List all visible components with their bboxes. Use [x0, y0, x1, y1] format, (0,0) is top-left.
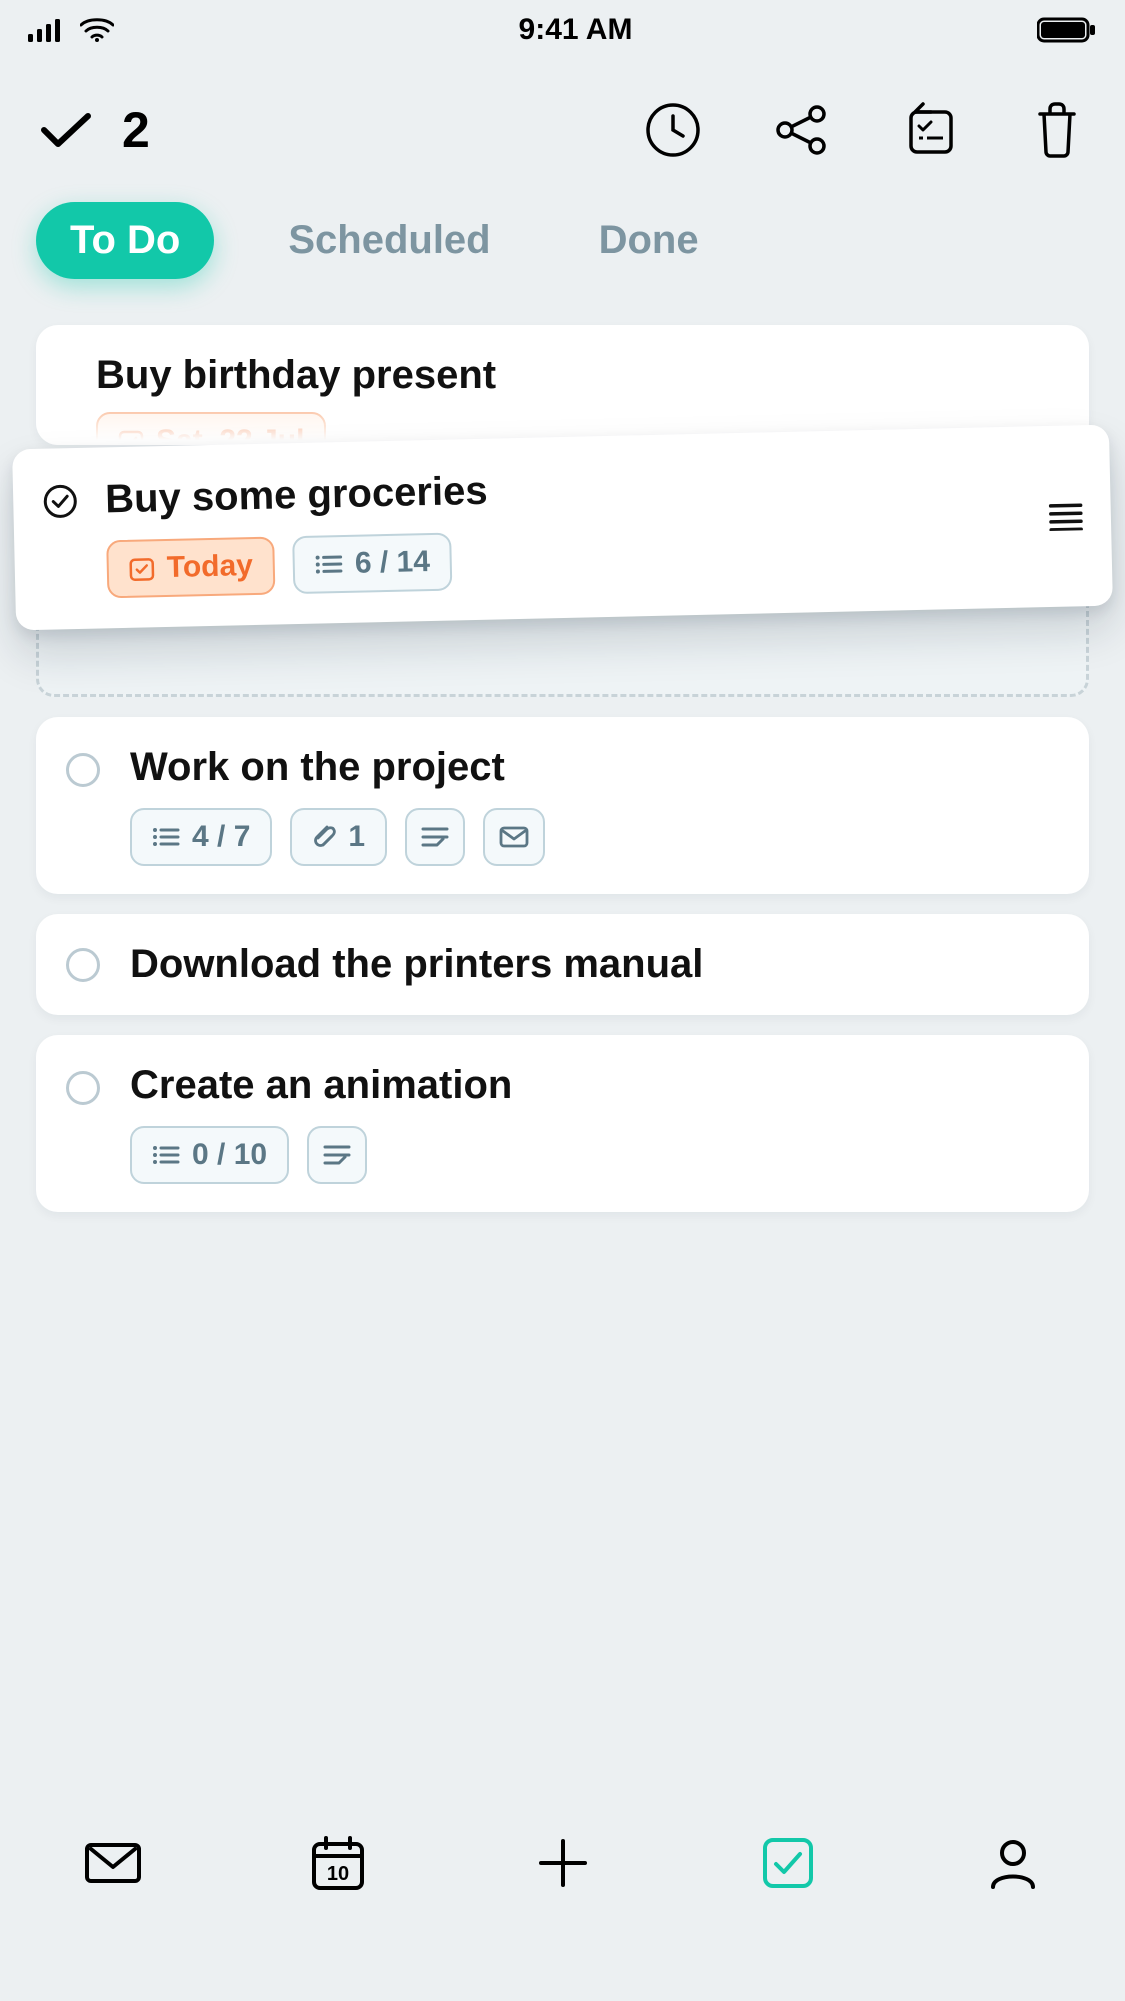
- drag-area: Buy some groceries Today 6 / 14: [36, 437, 1089, 697]
- progress-chip[interactable]: 0 / 10: [130, 1126, 289, 1184]
- task-card[interactable]: Work on the project 4 / 7 1: [36, 717, 1089, 894]
- tab-tasks[interactable]: [756, 1831, 820, 1895]
- task-radio[interactable]: [66, 1071, 100, 1105]
- tab-profile[interactable]: [981, 1831, 1045, 1895]
- chip-label: 4 / 7: [192, 820, 250, 854]
- task-title: Create an animation: [130, 1063, 1059, 1108]
- delete-button[interactable]: [1029, 102, 1085, 158]
- email-chip[interactable]: [483, 808, 545, 866]
- list-icon: [152, 826, 180, 848]
- mail-icon: [499, 825, 529, 849]
- chip-label: Today: [166, 549, 253, 585]
- notes-icon: [323, 1143, 351, 1167]
- filter-tabs: To Do Scheduled Done: [36, 200, 1089, 280]
- bottom-tab-bar: 10: [0, 1801, 1125, 2001]
- progress-chip[interactable]: 6 / 14: [292, 533, 452, 595]
- task-card[interactable]: Buy birthday present Sat, 22 Jul: [36, 325, 1089, 445]
- notes-chip[interactable]: [307, 1126, 367, 1184]
- wifi-icon: [80, 18, 114, 42]
- tab-scheduled[interactable]: Scheduled: [254, 202, 524, 279]
- task-card[interactable]: Download the printers manual: [36, 914, 1089, 1015]
- chip-label: 0 / 10: [192, 1138, 267, 1172]
- status-left: [28, 18, 114, 42]
- chip-label: 1: [348, 820, 365, 854]
- notes-chip[interactable]: [405, 808, 465, 866]
- paperclip-icon: [312, 824, 336, 850]
- tab-add[interactable]: [531, 1831, 595, 1895]
- battery-icon: [1037, 16, 1097, 44]
- drag-handle-icon[interactable]: [1049, 502, 1084, 531]
- notes-icon: [421, 825, 449, 849]
- tab-calendar[interactable]: 10: [306, 1831, 370, 1895]
- status-time: 9:41 AM: [519, 13, 633, 47]
- list-icon: [315, 553, 343, 576]
- calendar-check-icon: [129, 555, 156, 582]
- task-radio[interactable]: [66, 753, 100, 787]
- task-title: Work on the project: [130, 745, 1059, 790]
- status-bar: 9:41 AM: [0, 0, 1125, 60]
- calendar-day-label: 10: [326, 1863, 348, 1885]
- share-button[interactable]: [773, 102, 829, 158]
- selection-count: 2: [122, 101, 150, 159]
- progress-chip[interactable]: 4 / 7: [130, 808, 272, 866]
- schedule-button[interactable]: [645, 102, 701, 158]
- attachment-chip[interactable]: 1: [290, 808, 387, 866]
- selection-toolbar: 2: [0, 85, 1125, 175]
- cellular-signal-icon: [28, 18, 64, 42]
- task-radio[interactable]: [66, 948, 100, 982]
- checkmark-icon: [40, 110, 92, 150]
- task-title: Download the printers manual: [130, 942, 1059, 987]
- task-list: Buy birthday present Sat, 22 Jul Buy som…: [36, 325, 1089, 1791]
- list-icon: [152, 1144, 180, 1166]
- task-radio-checked[interactable]: [43, 484, 78, 519]
- task-title: Buy some groceries: [105, 469, 488, 523]
- task-card-dragging[interactable]: Buy some groceries Today 6 / 14: [12, 425, 1113, 631]
- status-right: [1037, 16, 1097, 44]
- tab-done[interactable]: Done: [565, 202, 733, 279]
- chip-label: 6 / 14: [355, 545, 431, 581]
- tab-inbox[interactable]: [81, 1831, 145, 1895]
- due-date-chip[interactable]: Today: [106, 537, 275, 599]
- task-card[interactable]: Create an animation 0 / 10: [36, 1035, 1089, 1212]
- move-to-list-button[interactable]: [901, 102, 957, 158]
- tab-todo[interactable]: To Do: [36, 202, 214, 279]
- selection-indicator: 2: [40, 101, 150, 159]
- task-title: Buy birthday present: [96, 353, 496, 398]
